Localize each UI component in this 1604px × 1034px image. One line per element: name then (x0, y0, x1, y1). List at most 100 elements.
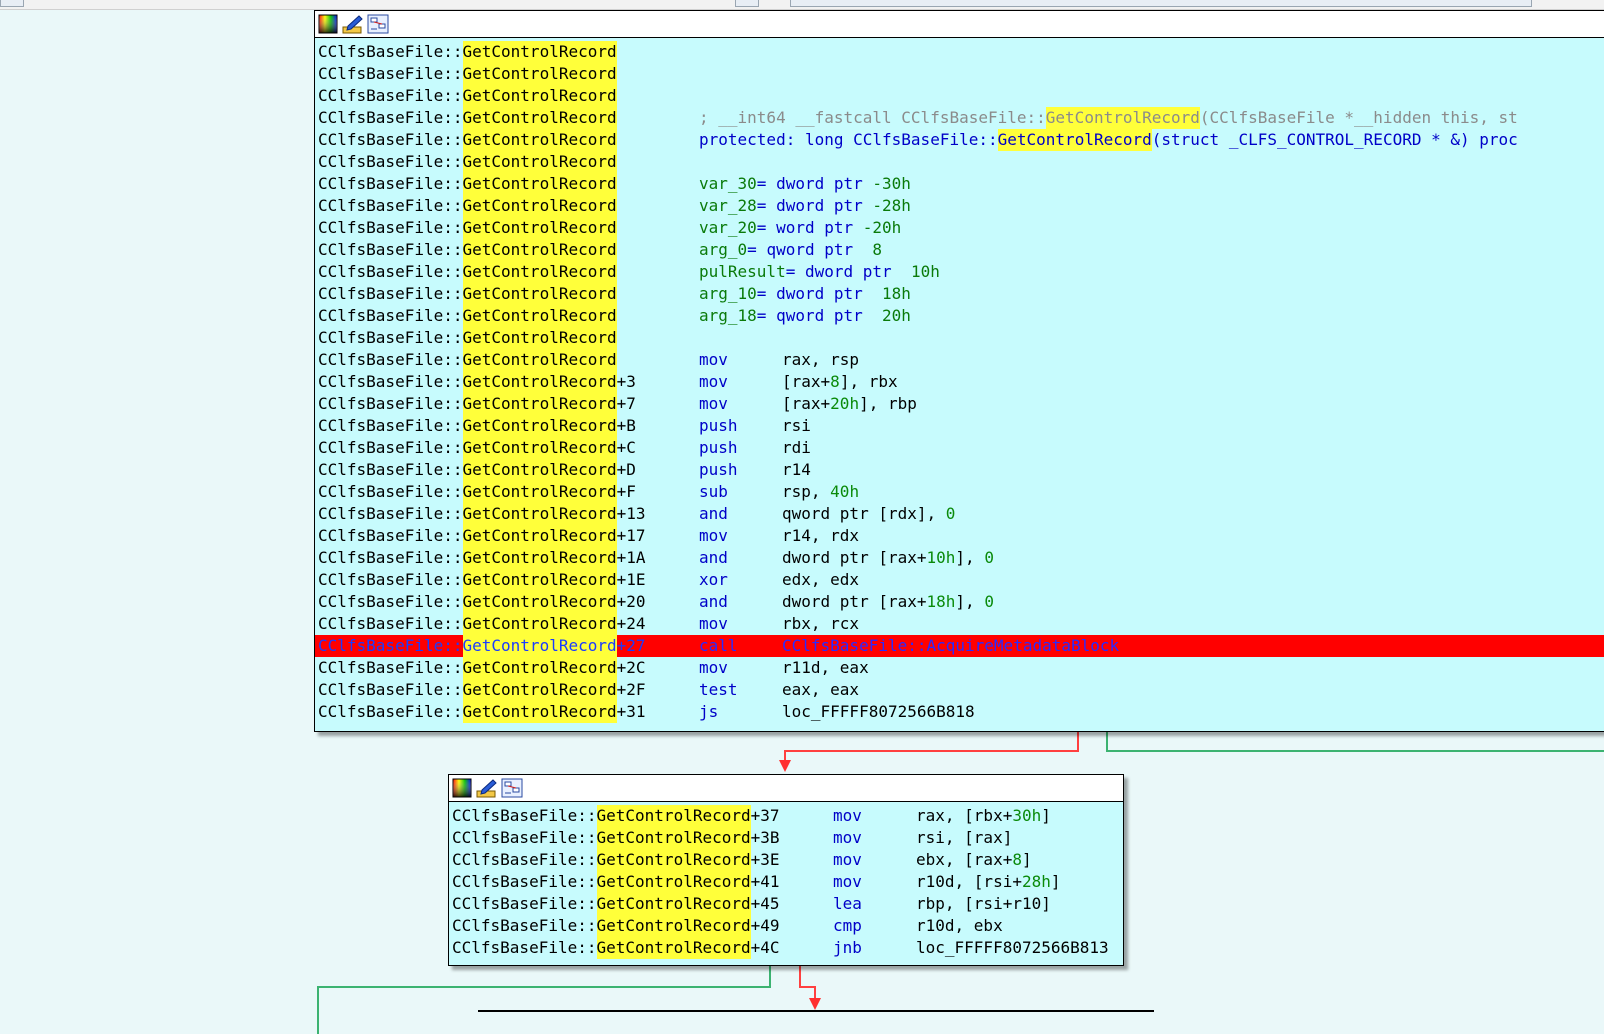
code-line[interactable]: CClfsBaseFile::GetControlRecord+3 mov [rax… (315, 371, 1604, 393)
code-line-breakpoint[interactable]: CClfsBaseFile::GetControlRecord+27 call CC… (315, 635, 1604, 657)
mnemonic: mov (699, 394, 728, 413)
function-name-highlight: GetControlRecord (462, 503, 617, 525)
code-line[interactable]: CClfsBaseFile::GetControlRecord+3B mov rsi… (449, 827, 1123, 849)
code-line[interactable]: CClfsBaseFile::GetControlRecord (315, 85, 1604, 107)
address-offset: +37 (750, 806, 780, 825)
code-line[interactable]: CClfsBaseFile::GetControlRecord+4C jnb loc… (449, 937, 1123, 959)
node-title-bar (315, 11, 1604, 38)
graph-node-block2[interactable]: CClfsBaseFile::GetControlRecord+37 mov rax… (448, 774, 1124, 966)
function-name-highlight: GetControlRecord (596, 893, 751, 915)
code-line[interactable]: CClfsBaseFile::GetControlRecord (315, 41, 1604, 63)
code-line[interactable]: CClfsBaseFile::GetControlRecord+3E mov ebx… (449, 849, 1123, 871)
code-line[interactable]: CClfsBaseFile::GetControlRecord protected… (315, 129, 1604, 151)
address-offset: +1E (616, 570, 646, 589)
function-comment: ; __int64 __fastcall CClfsBaseFile::GetC… (699, 107, 1518, 129)
function-name-highlight: GetControlRecord (462, 239, 617, 261)
code-line[interactable]: CClfsBaseFile::GetControlRecord+31 js loc_… (315, 701, 1604, 723)
operands: loc_FFFFF8072566B813 (916, 937, 1109, 959)
code-line[interactable]: CClfsBaseFile::GetControlRecord arg_10= d… (315, 283, 1604, 305)
color-palette-icon[interactable] (317, 13, 339, 35)
function-name-highlight: GetControlRecord (462, 195, 617, 217)
code-line[interactable]: CClfsBaseFile::GetControlRecord+20 and dwo… (315, 591, 1604, 613)
operands: edx, edx (782, 569, 859, 591)
operand-token: rsp, (782, 482, 831, 501)
class-prefix: CClfsBaseFile:: (318, 328, 463, 347)
code-line[interactable]: CClfsBaseFile::GetControlRecord+D push r14 (315, 459, 1604, 481)
operand-token: rsi (782, 416, 811, 435)
code-line[interactable]: CClfsBaseFile::GetControlRecord+24 mov rbx… (315, 613, 1604, 635)
operand-token: rbx, rcx (782, 614, 860, 633)
code-line[interactable]: CClfsBaseFile::GetControlRecord (315, 63, 1604, 85)
code-line[interactable]: CClfsBaseFile::GetControlRecord var_30= d… (315, 173, 1604, 195)
code-line[interactable]: CClfsBaseFile::GetControlRecord+17 mov r14… (315, 525, 1604, 547)
mnemonic: sub (699, 482, 728, 501)
code-line[interactable]: CClfsBaseFile::GetControlRecord (315, 327, 1604, 349)
code-line[interactable]: CClfsBaseFile::GetControlRecord+7 mov [rax… (315, 393, 1604, 415)
var-offset: -30h (872, 174, 911, 193)
class-prefix: CClfsBaseFile:: (318, 218, 463, 237)
code-line[interactable]: CClfsBaseFile::GetControlRecord+45 lea rbp… (449, 893, 1123, 915)
operands: CClfsBaseFile::AcquireMetadataBlock (782, 636, 1120, 655)
address-offset: +45 (750, 894, 780, 913)
decl-func-highlight: GetControlRecord (997, 129, 1152, 151)
decl-func-highlight: GetControlRecord (1045, 107, 1200, 129)
code-line[interactable]: CClfsBaseFile::GetControlRecord pulResult… (315, 261, 1604, 283)
mnemonic: mov (699, 350, 728, 369)
class-prefix: CClfsBaseFile:: (318, 262, 463, 281)
mnemonic: push (699, 416, 738, 435)
function-name-highlight: GetControlRecord (462, 173, 617, 195)
code-line[interactable]: CClfsBaseFile::GetControlRecord (315, 151, 1604, 173)
var-offset: -20h (862, 218, 902, 237)
code-line[interactable]: CClfsBaseFile::GetControlRecord arg_0= qw… (315, 239, 1604, 261)
mnemonic: push (699, 460, 738, 479)
operand-token: 0 (984, 592, 994, 611)
graph-overview-icon[interactable] (367, 13, 389, 35)
operand-token: r14, rdx (782, 526, 860, 545)
address-offset: +3 (616, 372, 636, 391)
address-offset: +C (616, 438, 636, 457)
code-line[interactable]: CClfsBaseFile::GetControlRecord+37 mov rax… (449, 805, 1123, 827)
edit-pencil-icon[interactable] (342, 13, 364, 35)
var-type: = word ptr (756, 218, 863, 237)
class-prefix: CClfsBaseFile:: (318, 504, 463, 523)
function-declaration: protected: long CClfsBaseFile::GetContro… (699, 129, 1518, 151)
operands: rax, rsp (782, 349, 859, 371)
code-line[interactable]: CClfsBaseFile::GetControlRecord+2C mov r11… (315, 657, 1604, 679)
code-line[interactable]: CClfsBaseFile::GetControlRecord+1E xor edx… (315, 569, 1604, 591)
node-code-listing: CClfsBaseFile::GetControlRecord+37 mov rax… (449, 802, 1123, 959)
code-line[interactable]: CClfsBaseFile::GetControlRecord arg_18= q… (315, 305, 1604, 327)
graph-overview-icon[interactable] (501, 777, 523, 799)
address-offset: +24 (616, 614, 646, 633)
code-line[interactable]: CClfsBaseFile::GetControlRecord; __int64… (315, 107, 1604, 129)
function-name-highlight: GetControlRecord (462, 679, 617, 701)
edge-block2-false-arrowhead (809, 998, 821, 1010)
stack-variable-decl: arg_18= qword ptr 20h (699, 305, 911, 327)
operand-token: loc_FFFFF8072566B813 (916, 938, 1109, 957)
code-line[interactable]: CClfsBaseFile::GetControlRecord+B push rsi (315, 415, 1604, 437)
code-line[interactable]: CClfsBaseFile::GetControlRecord+1A and dwo… (315, 547, 1604, 569)
operands: rsi, [rax] (916, 827, 1012, 849)
mnemonic: mov (699, 614, 728, 633)
operand-token: ebx, [rax+ (916, 850, 1013, 869)
code-line[interactable]: CClfsBaseFile::GetControlRecord+13 and qwo… (315, 503, 1604, 525)
function-name-highlight: GetControlRecord (462, 151, 617, 173)
color-palette-icon[interactable] (451, 777, 473, 799)
code-line[interactable]: CClfsBaseFile::GetControlRecord var_20= w… (315, 217, 1604, 239)
code-line[interactable]: CClfsBaseFile::GetControlRecord+F sub rsp,… (315, 481, 1604, 503)
address-offset: +1A (616, 548, 646, 567)
operand-token: r10d, [rsi+ (916, 872, 1022, 891)
code-line[interactable]: CClfsBaseFile::GetControlRecord+C push rdi (315, 437, 1604, 459)
function-name-highlight: GetControlRecord (462, 591, 617, 613)
operand-token: dword ptr [rax+ (782, 548, 927, 567)
graph-node-entry[interactable]: CClfsBaseFile::GetControlRecord CClfsBase… (314, 10, 1604, 732)
code-line[interactable]: CClfsBaseFile::GetControlRecord mov rax, r… (315, 349, 1604, 371)
code-line[interactable]: CClfsBaseFile::GetControlRecord+49 cmp r10… (449, 915, 1123, 937)
code-line[interactable]: CClfsBaseFile::GetControlRecord+41 mov r10… (449, 871, 1123, 893)
edge-true-branch (1106, 731, 1604, 752)
code-line[interactable]: CClfsBaseFile::GetControlRecord var_28= d… (315, 195, 1604, 217)
var-name: arg_10 (699, 284, 757, 303)
code-line[interactable]: CClfsBaseFile::GetControlRecord+2F test ea… (315, 679, 1604, 701)
edit-pencil-icon[interactable] (476, 777, 498, 799)
class-prefix: CClfsBaseFile:: (318, 592, 463, 611)
operand-token: eax, eax (782, 680, 860, 699)
